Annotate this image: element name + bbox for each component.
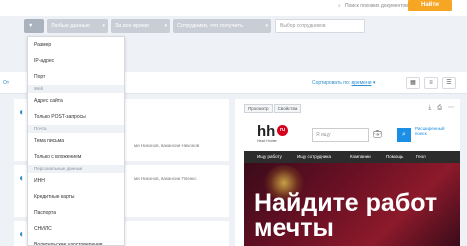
dropdown-item[interactable]: Паспорта: [28, 205, 124, 221]
dropdown-item[interactable]: СНИЛС: [28, 221, 124, 237]
hero-headline-line1: Найдите работ: [254, 189, 438, 217]
period-label: За все время: [115, 23, 149, 29]
preview-panel: Просмотр Свойства ⤓ ⎙ ⋯ hh ru Head Hunter Я…: [235, 99, 460, 246]
grid-view-icon[interactable]: ▦: [406, 77, 420, 89]
filter-button[interactable]: ▼: [24, 19, 44, 33]
top-bar: ⌕ Поиск похожих документов Найти: [0, 0, 467, 16]
site-search-input: Я ищу: [312, 128, 369, 142]
site-logo: hh: [257, 123, 276, 140]
similar-docs-search[interactable]: ⌕ Поиск похожих документов: [338, 0, 408, 11]
dropdown-item[interactable]: IP-адрес: [28, 53, 124, 69]
card-text: ми Никонов, вакансии Никонов: [134, 143, 200, 148]
dropdown-section-header: Web: [28, 85, 124, 93]
chevron-down-icon: ▾: [164, 23, 167, 29]
sort-value[interactable]: времени: [352, 80, 372, 86]
advanced-search-link: Расширенный поиск: [415, 126, 444, 136]
dropdown-section-header: Почта: [28, 125, 124, 133]
site-nav: Ищу работу Ищу сотрудника Компании Помощ…: [244, 151, 460, 163]
preview-tabs: Просмотр Свойства: [244, 104, 302, 113]
document-icon: ◖: [18, 107, 25, 118]
list-view-icon[interactable]: ≡: [424, 77, 438, 89]
tab-preview[interactable]: Просмотр: [244, 104, 273, 113]
similar-docs-label: Поиск похожих документов: [345, 3, 408, 9]
data-type-dropdown[interactable]: Любые данные ▾: [47, 19, 108, 33]
print-icon[interactable]: ⎙: [437, 105, 442, 111]
period-dropdown[interactable]: За все время ▾: [111, 19, 170, 33]
hero-headline: Найдите работ мечты: [254, 191, 437, 241]
employees-label: Сотрудники, что получить: [177, 23, 243, 29]
advanced-search-line2: поиск: [415, 131, 427, 136]
employee-select-input[interactable]: Выбор сотрудников: [275, 19, 365, 33]
filter-icon: ▼: [28, 23, 34, 29]
results-label: От: [3, 80, 10, 86]
dropdown-item[interactable]: Только POST-запросы: [28, 109, 124, 125]
dropdown-section-header: Персональные данные: [28, 165, 124, 173]
hero-headline-line2: мечты: [254, 214, 334, 242]
site-nav-item: Помощь: [386, 154, 404, 159]
filter-fields-dropdown: Размер IP-адрес Порт Web Адрес сайта Тол…: [27, 36, 125, 246]
compact-view-icon[interactable]: ☰: [442, 77, 456, 89]
dropdown-item[interactable]: Адрес сайта: [28, 93, 124, 109]
tab-properties[interactable]: Свойства: [273, 104, 302, 113]
sort-control[interactable]: Сортировать по: времени ▾: [312, 80, 375, 86]
more-icon[interactable]: ⋯: [448, 105, 454, 111]
find-button[interactable]: Найти: [408, 0, 452, 11]
dropdown-item[interactable]: ИНН: [28, 173, 124, 189]
site-nav-item: Компании: [350, 154, 371, 159]
dropdown-item[interactable]: Размер: [28, 37, 124, 53]
search-icon: ⌕: [338, 3, 341, 9]
site-nav-item: Ищу сотрудника: [297, 154, 332, 159]
site-hero-banner: Найдите работ мечты: [244, 163, 460, 246]
dropdown-item[interactable]: Порт: [28, 69, 124, 85]
card-text: ми Никонов, вакансии Пленкс: [134, 176, 197, 181]
data-type-label: Любые данные: [51, 23, 90, 29]
chevron-down-icon: ▾: [102, 23, 105, 29]
employees-dropdown[interactable]: Сотрудники, что получить ▾: [173, 19, 271, 33]
document-icon: ◖: [18, 173, 25, 184]
site-logo-badge: ru: [277, 125, 288, 136]
site-search-icon: ⌕: [397, 128, 411, 142]
dropdown-item[interactable]: Кредитные карты: [28, 189, 124, 205]
document-icon: ◖: [18, 229, 25, 240]
site-nav-item: Геол: [416, 154, 426, 159]
sort-label: Сортировать по:: [312, 80, 351, 86]
filter-bar: ▼ Любые данные ▾ За все время ▾ Сотрудни…: [0, 16, 467, 36]
chevron-down-icon: ▾: [265, 23, 268, 29]
dropdown-item[interactable]: Водительские удостоверения: [28, 237, 124, 245]
dropdown-item[interactable]: Тема письма: [28, 133, 124, 149]
website-screenshot: hh ru Head Hunter Я ищу 💼︎ ⌕ Расширенный…: [244, 118, 460, 246]
site-tagline: Head Hunter: [257, 139, 277, 143]
briefcase-icon: 💼︎: [373, 131, 382, 138]
site-header: hh ru Head Hunter Я ищу 💼︎ ⌕ Расширенный…: [244, 118, 460, 151]
dropdown-item[interactable]: Только с вложением: [28, 149, 124, 165]
site-nav-item: Ищу работу: [257, 154, 282, 159]
preview-actions: ⤓ ⎙ ⋯: [423, 104, 454, 112]
download-icon[interactable]: ⤓: [429, 105, 432, 111]
